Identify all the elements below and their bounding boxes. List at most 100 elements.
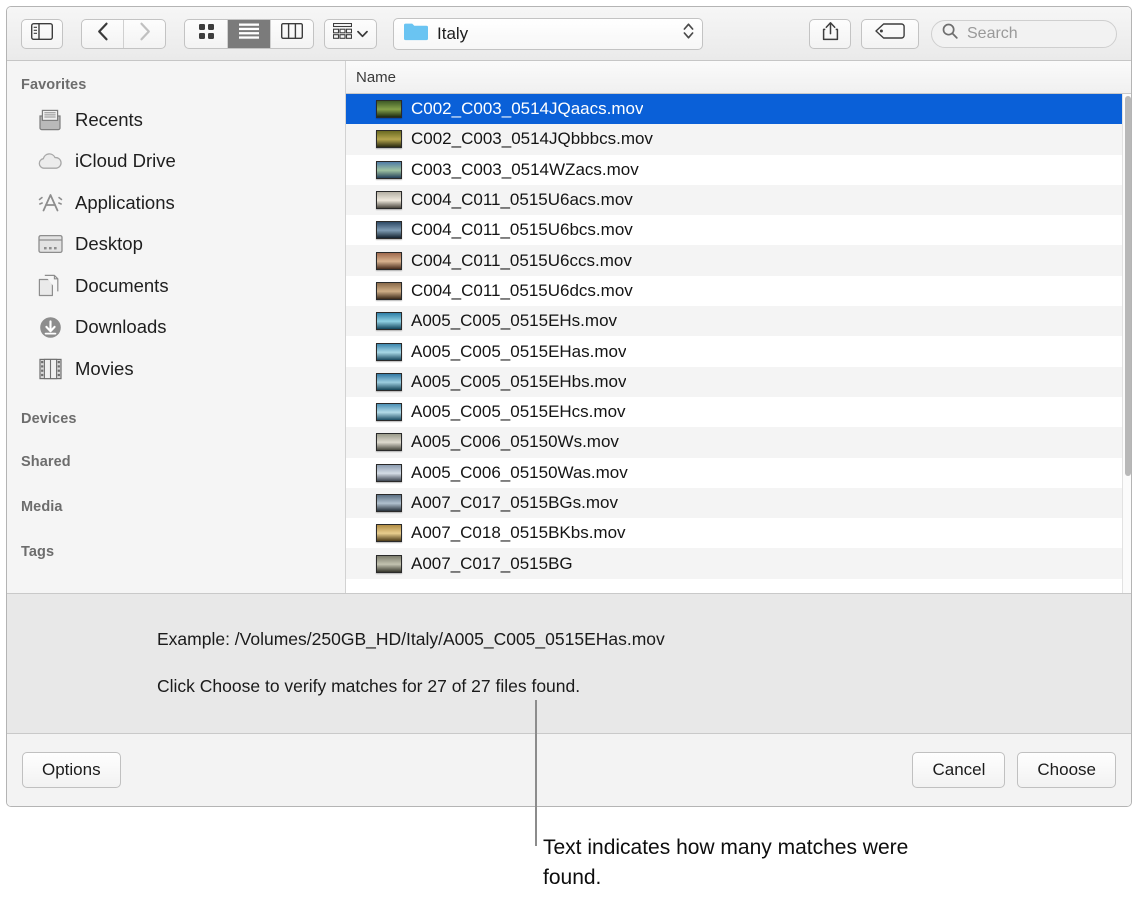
file-list-row[interactable]: A007_C017_0515BG: [346, 548, 1131, 578]
file-list-row[interactable]: A005_C005_0515EHbs.mov: [346, 367, 1131, 397]
share-icon: [822, 21, 839, 46]
dialog-content: Favorites Recents: [7, 61, 1131, 593]
search-placeholder: Search: [967, 25, 1018, 43]
file-list-rows: C002_C003_0514JQaacs.mov C002_C003_0514JQ…: [346, 94, 1131, 593]
tag-icon: [875, 23, 905, 44]
file-name-label: A005_C005_0515EHas.mov: [411, 342, 626, 362]
file-name-label: C003_C003_0514WZacs.mov: [411, 160, 639, 180]
view-mode-list-button[interactable]: [228, 20, 271, 48]
sidebar-item-movies[interactable]: Movies: [7, 348, 345, 390]
file-thumbnail-icon: [376, 161, 402, 179]
vertical-scrollbar[interactable]: [1122, 94, 1131, 593]
sidebar-item-label: Recents: [75, 109, 143, 131]
file-name-label: C004_C011_0515U6dcs.mov: [411, 281, 633, 301]
sidebar-toggle-button[interactable]: [21, 19, 63, 49]
file-thumbnail-icon: [376, 555, 402, 573]
file-thumbnail-icon: [376, 343, 402, 361]
navigation-buttons: [81, 19, 166, 49]
documents-icon: [37, 274, 63, 297]
grid-view-icon: [198, 23, 215, 45]
file-name-label: C004_C011_0515U6ccs.mov: [411, 251, 632, 271]
file-list-row[interactable]: C002_C003_0514JQbbbcs.mov: [346, 124, 1131, 154]
sidebar-item-applications[interactable]: Applications: [7, 182, 345, 224]
choose-button[interactable]: Choose: [1017, 752, 1116, 788]
file-thumbnail-icon: [376, 252, 402, 270]
view-mode-icon-button[interactable]: [185, 20, 228, 48]
file-name-label: C002_C003_0514JQbbbcs.mov: [411, 129, 653, 149]
file-thumbnail-icon: [376, 130, 402, 148]
up-down-stepper-icon: [683, 22, 694, 45]
forward-button[interactable]: [124, 20, 165, 48]
sidebar-item-documents[interactable]: Documents: [7, 265, 345, 307]
file-list-row[interactable]: A005_C006_05150Ws.mov: [346, 427, 1131, 457]
column-view-icon: [281, 23, 303, 44]
path-popup-label: Italy: [437, 24, 683, 44]
view-mode-column-button[interactable]: [271, 20, 313, 48]
column-header-name[interactable]: Name: [346, 69, 396, 86]
search-icon: [942, 23, 958, 44]
sidebar-header-tags: Tags: [7, 530, 345, 575]
file-name-label: C004_C011_0515U6bcs.mov: [411, 220, 633, 240]
sidebar-spacer: [7, 390, 345, 399]
back-button[interactable]: [82, 20, 124, 48]
sidebar-item-label: Documents: [75, 275, 169, 297]
file-name-label: A005_C006_05150Ws.mov: [411, 432, 619, 452]
file-list-row[interactable]: C004_C011_0515U6bcs.mov: [346, 215, 1131, 245]
share-button[interactable]: [809, 19, 851, 49]
file-list-row[interactable]: A007_C017_0515BGs.mov: [346, 488, 1131, 518]
sidebar: Favorites Recents: [7, 61, 346, 593]
file-name-label: A007_C017_0515BG: [411, 554, 573, 574]
sidebar-item-label: Applications: [75, 192, 175, 214]
file-picker-dialog: Italy: [6, 6, 1132, 807]
file-list-row[interactable]: A005_C005_0515EHas.mov: [346, 336, 1131, 366]
file-name-label: A005_C005_0515EHbs.mov: [411, 372, 626, 392]
recents-icon: [37, 109, 63, 131]
file-list-row[interactable]: A005_C005_0515EHcs.mov: [346, 397, 1131, 427]
desktop-icon: [37, 234, 63, 254]
tag-button[interactable]: [861, 19, 919, 49]
file-thumbnail-icon: [376, 524, 402, 542]
chevron-down-icon: [357, 25, 368, 43]
arrange-by-button[interactable]: [324, 19, 377, 49]
cancel-button[interactable]: Cancel: [912, 752, 1005, 788]
sidebar-item-icloud-drive[interactable]: iCloud Drive: [7, 141, 345, 183]
file-list-row[interactable]: C004_C011_0515U6dcs.mov: [346, 276, 1131, 306]
file-thumbnail-icon: [376, 312, 402, 330]
file-list-row[interactable]: C004_C011_0515U6acs.mov: [346, 185, 1131, 215]
file-list-row[interactable]: C004_C011_0515U6ccs.mov: [346, 245, 1131, 275]
file-name-label: A007_C017_0515BGs.mov: [411, 493, 618, 513]
arrange-by-icon: [333, 23, 352, 44]
scrollbar-thumb[interactable]: [1125, 96, 1131, 476]
annotation-text: Text indicates how many matches were fou…: [543, 833, 943, 893]
path-popup-button[interactable]: Italy: [393, 18, 703, 50]
file-list-row[interactable]: A005_C005_0515EHs.mov: [346, 306, 1131, 336]
list-view-icon: [239, 23, 259, 44]
sidebar-item-label: Desktop: [75, 233, 143, 255]
file-thumbnail-icon: [376, 282, 402, 300]
search-input[interactable]: Search: [931, 20, 1117, 48]
applications-icon: [37, 192, 63, 214]
example-path-text: Example: /Volumes/250GB_HD/Italy/A005_C0…: [157, 629, 1131, 650]
view-mode-group: [184, 19, 314, 49]
folder-icon: [403, 22, 428, 46]
file-list-row[interactable]: A007_C018_0515BKbs.mov: [346, 518, 1131, 548]
file-list-row[interactable]: C003_C003_0514WZacs.mov: [346, 155, 1131, 185]
dialog-bottom-bar: Options Cancel Choose: [7, 733, 1131, 806]
sidebar-item-label: Downloads: [75, 316, 167, 338]
file-list-row[interactable]: C002_C003_0514JQaacs.mov: [346, 94, 1131, 124]
options-button[interactable]: Options: [22, 752, 121, 788]
sidebar-header-favorites: Favorites: [7, 72, 345, 99]
sidebar-item-label: Movies: [75, 358, 134, 380]
file-thumbnail-icon: [376, 100, 402, 118]
chevron-left-icon: [97, 22, 109, 46]
file-list-pane: Name C002_C003_0514JQaacs.movC002_C003_0…: [346, 61, 1131, 593]
sidebar-header-devices: Devices: [7, 399, 345, 440]
sidebar-item-downloads[interactable]: Downloads: [7, 307, 345, 349]
sidebar-item-label: iCloud Drive: [75, 150, 176, 172]
file-list-row[interactable]: A005_C006_05150Was.mov: [346, 458, 1131, 488]
annotation-leader-line: [535, 700, 537, 846]
sidebar-item-recents[interactable]: Recents: [7, 99, 345, 141]
file-list-header: Name: [346, 61, 1131, 94]
sidebar-item-desktop[interactable]: Desktop: [7, 224, 345, 266]
file-thumbnail-icon: [376, 494, 402, 512]
